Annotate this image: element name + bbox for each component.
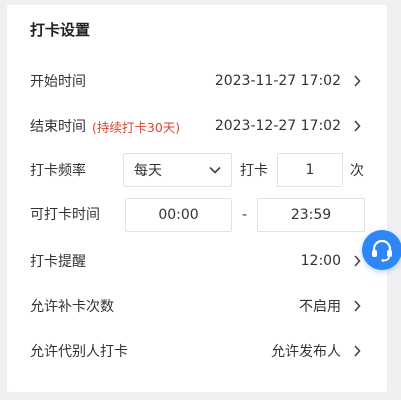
chevron-right-icon [349, 298, 365, 314]
start-time-label: 开始时间 [30, 74, 86, 90]
reminder-value: 12:00 [300, 253, 341, 269]
count-input[interactable]: 1 [277, 153, 343, 187]
settings-card: 打卡设置 开始时间 2023-11-27 17:02 结束时间 (持续打卡30天… [7, 5, 387, 392]
makeup-label: 允许补卡次数 [30, 299, 114, 315]
proxy-label: 允许代别人打卡 [30, 344, 128, 360]
page-title: 打卡设置 [30, 21, 91, 39]
window-start-input[interactable]: 00:00 [125, 198, 232, 232]
frequency-select-value: 每天 [134, 163, 162, 179]
frequency-middle-label: 打卡 [240, 163, 268, 179]
frequency-select[interactable]: 每天 [123, 153, 232, 187]
support-button[interactable] [362, 230, 401, 270]
chevron-right-icon [349, 118, 365, 134]
end-time-label: 结束时间 [30, 119, 86, 135]
headset-icon [369, 237, 395, 263]
proxy-value: 允许发布人 [271, 344, 341, 360]
count-unit: 次 [350, 163, 364, 179]
frequency-label: 打卡频率 [30, 163, 86, 179]
window-separator: - [242, 207, 248, 223]
start-time-value: 2023-11-27 17:02 [214, 73, 341, 89]
proxy-row[interactable]: 允许代别人打卡 允许发布人 [30, 333, 365, 369]
duration-hint: (持续打卡30天) [92, 119, 181, 135]
reminder-label: 打卡提醒 [30, 254, 86, 270]
reminder-row[interactable]: 打卡提醒 12:00 [30, 243, 365, 279]
end-time-value: 2023-12-27 17:02 [214, 118, 341, 134]
makeup-value: 不启用 [299, 299, 341, 315]
start-time-row[interactable]: 开始时间 2023-11-27 17:02 [30, 63, 365, 99]
end-time-row[interactable]: 结束时间 (持续打卡30天) 2023-12-27 17:02 [30, 108, 365, 144]
chevron-right-icon [349, 343, 365, 359]
window-label: 可打卡时间 [30, 207, 100, 223]
makeup-row[interactable]: 允许补卡次数 不启用 [30, 288, 365, 324]
chevron-down-icon [209, 166, 221, 174]
window-start-value: 00:00 [158, 207, 199, 223]
count-value: 1 [305, 162, 315, 178]
window-end-value: 23:59 [290, 207, 332, 223]
chevron-right-icon [349, 73, 365, 89]
window-end-input[interactable]: 23:59 [257, 198, 365, 232]
